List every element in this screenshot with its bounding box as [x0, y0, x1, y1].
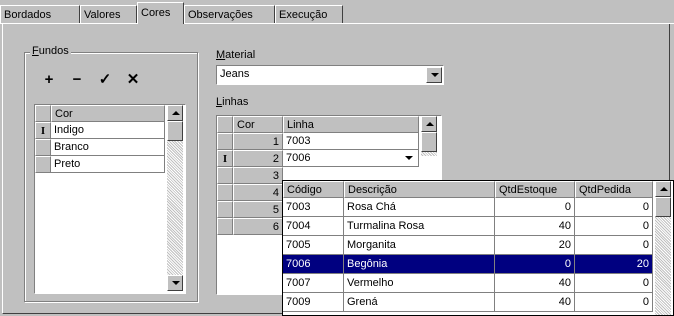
cancel-icon[interactable]: ✕ — [124, 71, 142, 89]
lookup-cell[interactable]: 7004 — [283, 217, 344, 236]
fundos-navigator: + − ✓ ✕ — [40, 70, 142, 90]
linhas-cor-cell: 1 — [233, 133, 283, 150]
tab-cores[interactable]: Cores — [137, 2, 184, 24]
material-combo[interactable]: Jeans — [216, 65, 444, 85]
linhas-cor-cell: 2 — [233, 150, 283, 167]
row-indicator — [217, 218, 233, 235]
fundos-row[interactable]: Branco — [51, 139, 165, 156]
linhas-header-cor[interactable]: Cor — [233, 116, 283, 133]
chevron-down-icon — [431, 73, 439, 77]
linhas-scrollbar[interactable] — [421, 116, 437, 156]
minus-icon[interactable]: − — [68, 71, 86, 89]
lookup-scrollbar[interactable] — [655, 181, 671, 315]
tab-strip: Bordados Valores Cores Observações Execu… — [0, 0, 674, 24]
form-window: Bordados Valores Cores Observações Execu… — [0, 0, 674, 316]
material-dropdown-button[interactable] — [426, 67, 442, 83]
tab-execucao[interactable]: Execução — [275, 5, 343, 23]
linhas-label: Linhas — [216, 96, 249, 108]
lookup-header-descricao[interactable]: Descrição — [344, 181, 495, 198]
material-label: Material — [216, 49, 256, 61]
lookup-cell[interactable]: 7009 — [283, 293, 344, 312]
grid-corner — [35, 105, 51, 122]
lookup-cell[interactable]: Vermelho — [344, 274, 495, 293]
tab-observacoes[interactable]: Observações — [184, 5, 275, 23]
lookup-header-qtdpedida[interactable]: QtdPedida — [575, 181, 653, 198]
scroll-down-button[interactable] — [167, 275, 183, 291]
tab-bordados[interactable]: Bordados — [0, 5, 80, 23]
tab-valores[interactable]: Valores — [80, 5, 137, 23]
lookup-cell[interactable]: 0 — [575, 274, 653, 293]
fundos-row[interactable]: Indigo — [51, 122, 165, 139]
fundos-header-cor[interactable]: Cor — [51, 105, 165, 122]
lookup-cell[interactable]: 7003 — [283, 198, 344, 217]
scroll-up-button[interactable] — [421, 116, 437, 132]
lookup-cell[interactable]: 0 — [575, 236, 653, 255]
scroll-up-button[interactable] — [167, 105, 183, 121]
row-indicator — [35, 156, 51, 173]
scroll-thumb[interactable] — [421, 132, 437, 152]
fundos-grid: Cor I Indigo Branco Preto — [34, 104, 186, 294]
lookup-cell[interactable]: 0 — [495, 198, 575, 217]
linhas-linha-value: 7006 — [286, 152, 311, 164]
row-indicator — [35, 139, 51, 156]
chevron-down-icon[interactable] — [405, 156, 413, 160]
lookup-cell[interactable]: 40 — [495, 293, 575, 312]
lookup-cell[interactable]: Turmalina Rosa — [344, 217, 495, 236]
arrow-down-icon — [172, 281, 180, 285]
lookup-cell[interactable]: 0 — [575, 293, 653, 312]
current-row-indicator: I — [217, 150, 233, 167]
lookup-cell[interactable]: 7005 — [283, 236, 344, 255]
fundos-label: Fundos — [30, 45, 71, 57]
arrow-up-icon — [172, 111, 180, 115]
lookup-cell[interactable]: 40 — [495, 274, 575, 293]
row-indicator — [217, 184, 233, 201]
fundos-scrollbar[interactable] — [167, 105, 183, 291]
lookup-cell[interactable]: 7007 — [283, 274, 344, 293]
lookup-cell[interactable]: Morganita — [344, 236, 495, 255]
lookup-cell[interactable]: 20 — [495, 236, 575, 255]
lookup-header-codigo[interactable]: Código — [283, 181, 344, 198]
lookup-selected-cell[interactable]: Begônia — [344, 255, 495, 274]
scroll-thumb[interactable] — [167, 121, 183, 141]
plus-icon[interactable]: + — [40, 71, 58, 89]
lookup-selected-cell[interactable]: 20 — [575, 255, 653, 274]
linhas-linha-editor[interactable]: 7006 — [283, 150, 419, 167]
row-indicator — [217, 133, 233, 150]
material-value: Jeans — [220, 68, 250, 80]
current-row-indicator: I — [35, 122, 51, 139]
linha-lookup-dropdown: Código Descrição QtdEstoque QtdPedida 70… — [282, 180, 674, 316]
lookup-cell[interactable]: 0 — [575, 198, 653, 217]
linhas-header-linha[interactable]: Linha — [283, 116, 419, 133]
linhas-linha-cell[interactable]: 7003 — [283, 133, 419, 150]
check-icon[interactable]: ✓ — [96, 71, 114, 89]
fundos-row[interactable]: Preto — [51, 156, 165, 173]
scroll-thumb[interactable] — [655, 197, 671, 217]
row-indicator — [217, 167, 233, 184]
lookup-cell[interactable]: Grená — [344, 293, 495, 312]
linhas-cor-cell: 4 — [233, 184, 283, 201]
lookup-selected-cell[interactable]: 7006 — [283, 255, 344, 274]
row-indicator — [217, 201, 233, 218]
linhas-cor-cell: 3 — [233, 167, 283, 184]
arrow-up-icon — [660, 187, 668, 191]
arrow-up-icon — [426, 122, 434, 126]
grid-corner — [217, 116, 233, 133]
lookup-header-qtdestoque[interactable]: QtdEstoque — [495, 181, 575, 198]
lookup-cell[interactable]: 0 — [575, 217, 653, 236]
lookup-selected-cell[interactable]: 0 — [495, 255, 575, 274]
lookup-cell[interactable]: Rosa Chá — [344, 198, 495, 217]
lookup-cell[interactable]: 40 — [495, 217, 575, 236]
scroll-up-button[interactable] — [655, 181, 671, 197]
linhas-cor-cell: 5 — [233, 201, 283, 218]
linhas-cor-cell: 6 — [233, 218, 283, 235]
